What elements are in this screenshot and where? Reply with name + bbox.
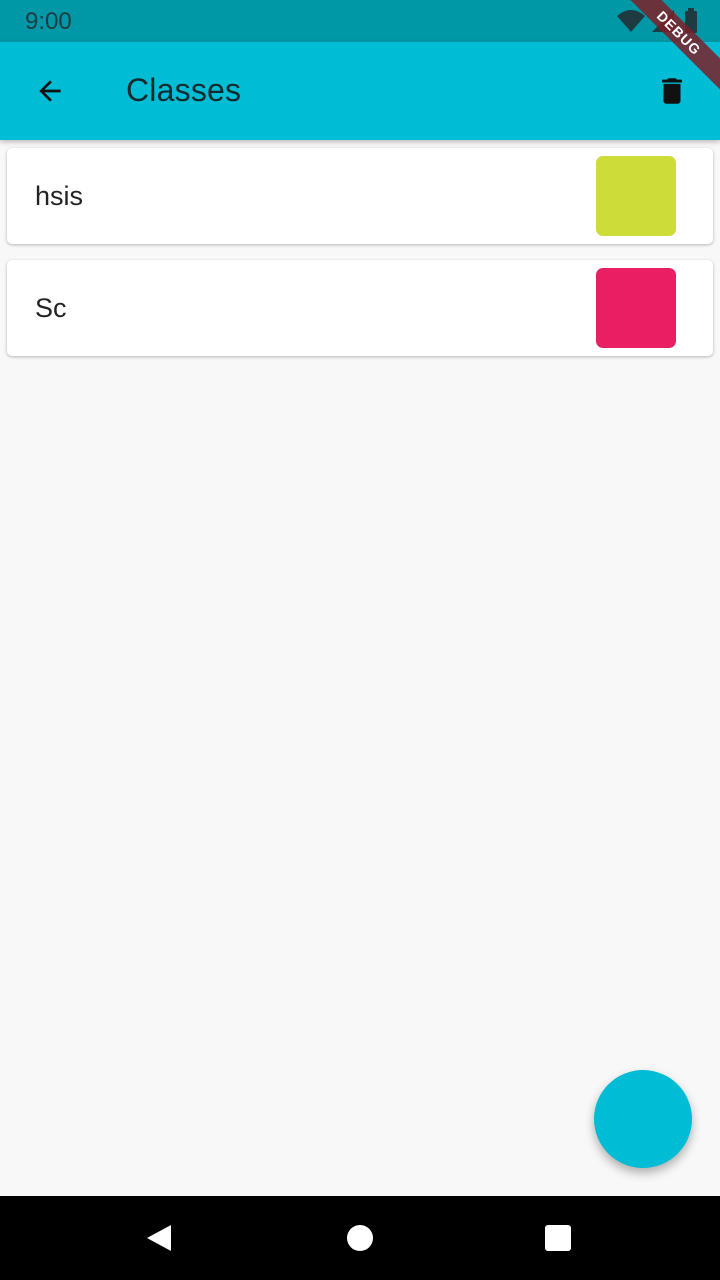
home-circle-icon [347, 1225, 373, 1251]
arrow-back-icon [39, 80, 61, 102]
nav-recents-button[interactable] [534, 1214, 582, 1262]
class-item[interactable]: Sc [7, 260, 713, 356]
add-class-fab[interactable] [594, 1070, 692, 1168]
delete-button[interactable] [644, 63, 700, 119]
status-bar: 9:00 [0, 0, 720, 42]
class-name: hsis [35, 181, 84, 211]
trash-icon [662, 78, 682, 104]
app-bar: Classes [0, 42, 720, 140]
back-triangle-icon [147, 1225, 171, 1251]
class-color-swatch [596, 268, 676, 348]
class-name: Sc [35, 293, 67, 323]
page-title: Classes [126, 72, 242, 108]
class-item[interactable]: hsis [7, 148, 713, 244]
status-time: 9:00 [25, 8, 72, 35]
nav-home-button[interactable] [336, 1214, 384, 1262]
back-button[interactable] [22, 63, 78, 119]
class-color-swatch [596, 156, 676, 236]
recents-square-icon [545, 1225, 571, 1251]
navigation-bar [0, 1196, 720, 1280]
nav-back-button[interactable] [135, 1214, 183, 1262]
class-list: hsis Sc [0, 140, 720, 372]
